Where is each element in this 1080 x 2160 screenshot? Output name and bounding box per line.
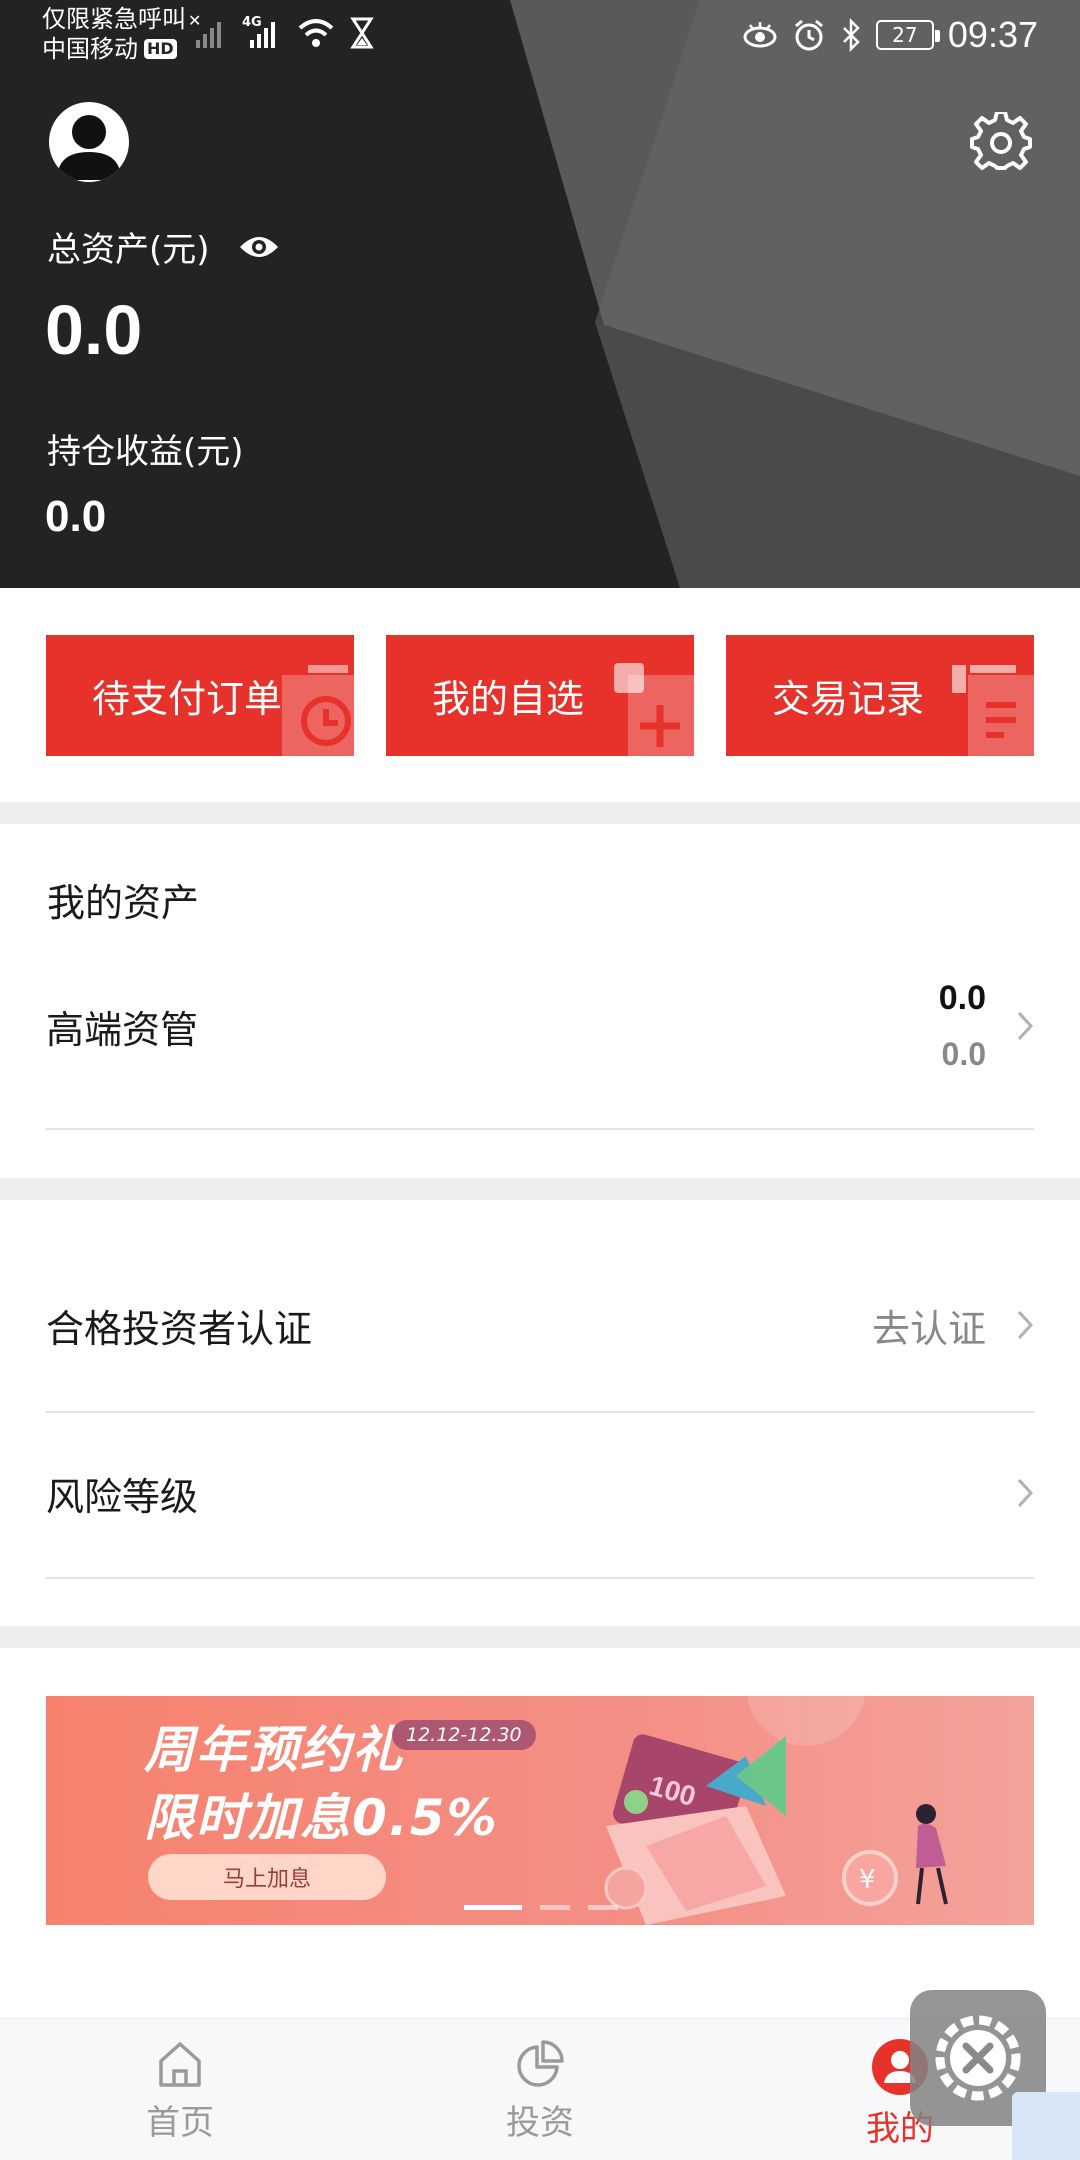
eye-icon[interactable]: [238, 233, 280, 261]
battery-indicator: 27: [875, 20, 940, 50]
bluetooth-icon: [843, 18, 860, 52]
alarm-icon: [794, 19, 823, 51]
clock-icon: [282, 665, 354, 756]
corner-tab[interactable]: [1012, 2092, 1080, 2160]
nav-invest-label: 投资: [506, 2103, 574, 2143]
chevron-right-icon: [1017, 1310, 1034, 1340]
total-assets-text: 总资产(元): [47, 230, 210, 270]
settings-button[interactable]: [970, 110, 1032, 174]
carousel-dot[interactable]: [540, 1905, 570, 1910]
go-verify-text: 去认证: [871, 1306, 986, 1351]
banner-headline: 周年预约礼: [144, 1721, 404, 1779]
pending-orders-label: 待支付订单: [92, 677, 283, 721]
carrier-line2: 中国移动: [42, 35, 138, 63]
list-icon: [952, 665, 1034, 756]
carousel-dot[interactable]: [464, 1905, 522, 1910]
svg-text:¥: ¥: [859, 1865, 876, 1895]
carrier-line1: 仅限紧急呼叫: [42, 5, 186, 33]
network-type: 4G: [242, 15, 262, 30]
eye-comfort-icon: [743, 22, 777, 48]
chevron-right-icon: [1017, 1478, 1034, 1508]
asset-value-sub: 0.0: [941, 1036, 986, 1072]
premium-asset-label: 高端资管: [46, 1007, 199, 1052]
my-watchlist-button[interactable]: 我的自选: [386, 635, 694, 756]
header-background: [510, 0, 1080, 588]
wifi-icon: [298, 19, 334, 47]
holding-profit-label: 持仓收益(元): [47, 432, 244, 472]
home-icon: [159, 2042, 201, 2087]
clock: 09:37: [947, 14, 1038, 55]
holding-profit-value: 0.0: [45, 492, 107, 541]
user-icon: [57, 115, 121, 180]
section-divider: [0, 802, 1080, 824]
asset-value-main: 0.0: [938, 979, 986, 1017]
tools-gear-icon: [935, 2015, 1021, 2101]
total-assets-value: 0.0: [45, 291, 143, 369]
chevron-right-icon: [1017, 1011, 1034, 1041]
my-watchlist-label: 我的自选: [432, 677, 585, 721]
banner-date-badge: 12.12-12.30: [392, 1720, 536, 1750]
nav-home-label: 首页: [146, 2103, 214, 2143]
risk-level-row[interactable]: 风险等级: [46, 1458, 1034, 1528]
status-right: 27 09:37: [742, 14, 1038, 56]
pie-chart-icon: [517, 2040, 564, 2087]
banner-subheadline: 限时加息0.5%: [144, 1789, 499, 1847]
carousel-indicator: [464, 1905, 618, 1910]
quick-actions: 待支付订单 我的自选 交易记录: [46, 635, 1034, 756]
trade-records-button[interactable]: 交易记录: [726, 635, 1034, 756]
row-separator: [46, 1577, 1034, 1579]
nav-home[interactable]: 首页: [100, 2039, 260, 2144]
promo-banner[interactable]: 100 ¥ 周年预约礼 12.12-12.30 限时加息0.5% 马上加息: [46, 1696, 1034, 1925]
total-assets-label: 总资产(元): [47, 222, 280, 271]
pending-orders-button[interactable]: 待支付订单: [46, 635, 354, 756]
banner-cta-button[interactable]: 马上加息: [148, 1854, 386, 1900]
hourglass-icon: [350, 17, 374, 49]
gear-icon: [970, 110, 1032, 170]
row-separator: [46, 1128, 1034, 1130]
section-divider: [0, 1178, 1080, 1200]
avatar[interactable]: [49, 102, 129, 182]
premium-asset-values: 0.0 0.0: [939, 970, 986, 1082]
hd-badge: HD: [144, 39, 177, 59]
section-divider: [0, 1626, 1080, 1648]
status-bar: 仅限紧急呼叫 中国移动 HD ✕ 4G 27 09:37: [0, 0, 1080, 70]
signal-icons: ✕ 4G: [188, 14, 374, 50]
trade-records-label: 交易记录: [772, 677, 925, 721]
signal-4g-icon: 4G: [242, 15, 275, 48]
nav-invest[interactable]: 投资: [460, 2039, 620, 2144]
qualified-investor-row[interactable]: 合格投资者认证 去认证: [46, 1290, 1034, 1360]
plus-icon: [614, 663, 694, 756]
svg-text:✕: ✕: [188, 14, 201, 30]
carousel-dot[interactable]: [588, 1905, 618, 1910]
my-assets-title: 我的资产: [47, 881, 200, 925]
signal-empty-icon: ✕: [188, 14, 221, 48]
qualified-investor-label: 合格投资者认证: [46, 1306, 313, 1351]
row-separator: [46, 1411, 1034, 1413]
risk-level-label: 风险等级: [46, 1474, 199, 1519]
premium-asset-row[interactable]: 高端资管 0.0 0.0: [46, 970, 1034, 1082]
carrier-info: 仅限紧急呼叫 中国移动 HD: [42, 4, 186, 64]
account-header: 仅限紧急呼叫 中国移动 HD ✕ 4G 27 09:37 总资产(元) 0.0 …: [0, 0, 1080, 588]
